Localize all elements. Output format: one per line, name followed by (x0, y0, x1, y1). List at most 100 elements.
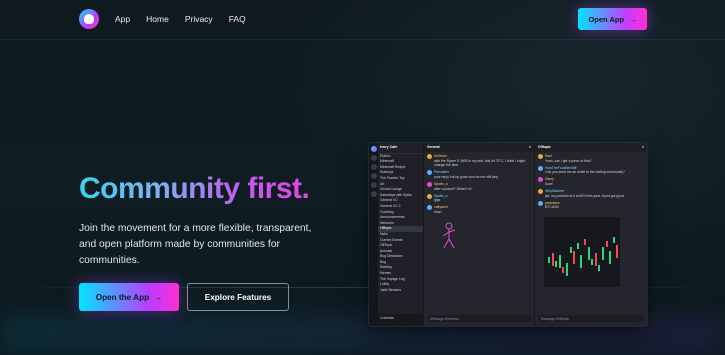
candle (555, 261, 558, 268)
channel-sidebar: Ivory Cafe Roblox Minecraft Minecraft Redp… (378, 143, 423, 326)
message-text: Yeah, can I get a piece of that? (545, 158, 592, 163)
avatar[interactable] (427, 205, 432, 211)
message-body: Spider_a gigs (434, 194, 531, 203)
candle (609, 251, 612, 265)
candle (594, 253, 597, 267)
message-list: Saul Yeah, can I get a piece of that? HowT… (535, 152, 647, 214)
message-body: Saul Yeah, can I get a piece of that? (545, 154, 644, 163)
message-input[interactable]: Message #Offtopic (538, 315, 644, 322)
message-body: Ginny Sure! (545, 177, 644, 186)
candle (602, 247, 604, 261)
server-icon (370, 164, 377, 170)
top-nav: App Home Privacy FAQ Open App → (0, 0, 725, 40)
logo-icon (84, 14, 94, 24)
message-body: pancakes BTCUSD (545, 201, 644, 210)
candle (598, 265, 601, 272)
channel-item[interactable]: Jade Streams (378, 288, 423, 294)
hero-description: Join the movement for a more flexible, t… (79, 223, 312, 266)
nav-links: App Home Privacy FAQ (115, 14, 246, 24)
close-icon: × (642, 145, 644, 149)
candle (551, 253, 554, 267)
server-icon (370, 155, 377, 161)
message-body: Pancakes your reply but by gone now for m… (434, 170, 531, 179)
message-body: HowTheFoodBerStiff Can you send me an inv… (545, 166, 644, 175)
server-header: Ivory Cafe (378, 143, 423, 154)
avatar[interactable] (538, 189, 543, 195)
message-text: Sure! (545, 181, 554, 186)
message-body: cattyarch lmao (434, 205, 531, 214)
chat-message: Spider_a after a planet? What it is? (427, 181, 531, 191)
nav-link-home[interactable]: Home (146, 14, 169, 24)
pane-title: General (427, 145, 440, 149)
server-icon (370, 182, 377, 188)
nav-link-privacy[interactable]: Privacy (185, 14, 213, 24)
offtopic-pane: Offtopic × Saul Yeah, can I get a piece of… (534, 143, 647, 326)
avatar[interactable] (538, 165, 543, 171)
message-text: BTCUSD (545, 205, 559, 210)
chat-message: Ginny Sure! (538, 177, 644, 186)
message-text: lmao (434, 209, 442, 214)
message-text: with the Ryzen 5 3600 in my test, this h… (434, 158, 526, 168)
message-body: StripWatcher jist, my portfolio at it at … (545, 189, 644, 198)
open-the-app-button[interactable]: Open the App → (79, 283, 179, 311)
message-list: ImOnion with the Ryzen 5 3600 in my test,… (424, 152, 534, 219)
message-text: after a planet? What it is? (434, 186, 473, 191)
candle (566, 263, 568, 277)
chat-message: cattyarch lmao (427, 205, 531, 214)
explore-features-button[interactable]: Explore Features (187, 283, 289, 311)
chat-message: Saul Yeah, can I get a piece of that? (538, 154, 644, 163)
message-text: jist, my portfolio at it at 50% this yea… (545, 193, 624, 198)
server-icon (370, 173, 377, 179)
brand-logo[interactable] (79, 9, 99, 29)
user-name: Codestar (380, 316, 394, 320)
server-rail (369, 143, 378, 326)
chat-message: ImOnion with the Ryzen 5 3600 in my test,… (427, 154, 531, 168)
stick-figure-image (442, 222, 456, 249)
general-pane: General × ImOnion with the Ryzen 5 3600 in… (423, 143, 534, 326)
user-panel: Codestar (378, 314, 423, 326)
candle (612, 237, 615, 244)
open-app-button[interactable]: Open App → (578, 8, 647, 30)
avatar[interactable] (538, 177, 543, 183)
arrow-right-icon: → (154, 292, 163, 302)
candle (587, 247, 590, 261)
candle (576, 243, 579, 250)
candle (616, 245, 619, 259)
chat-message: Pancakes your reply but by gone now for m… (427, 170, 531, 179)
open-the-app-label: Open the App (95, 292, 150, 302)
open-app-label: Open App (588, 14, 625, 24)
avatar[interactable] (427, 193, 432, 199)
pane-header: General × (424, 143, 534, 152)
pane-title: Offtopic (538, 145, 551, 149)
nav-link-app[interactable]: App (115, 14, 130, 24)
candle (584, 239, 586, 246)
candle (591, 259, 594, 266)
message-input[interactable]: Message #General (427, 315, 531, 322)
avatar[interactable] (538, 200, 543, 206)
hero-title: Community first. (79, 172, 310, 205)
price-chart-image (544, 217, 620, 288)
candle (580, 255, 583, 269)
server-icon (370, 191, 377, 197)
candle (605, 241, 608, 248)
pane-header: Offtopic × (535, 143, 647, 152)
chat-message: pancakes BTCUSD (538, 200, 644, 210)
channel-list: Roblox Minecraft Minecraft Redpix Starboys T… (378, 154, 423, 294)
server-name: Ivory Cafe (380, 145, 398, 149)
avatar[interactable] (538, 154, 543, 159)
candle (569, 247, 572, 254)
candle (573, 251, 576, 265)
chat-message: StripWatcher jist, my portfolio at it at … (538, 189, 644, 198)
nav-link-faq[interactable]: FAQ (229, 14, 246, 24)
candle (562, 267, 565, 274)
chat-message: HowTheFoodBerStiff Can you send me an inv… (538, 165, 644, 175)
avatar[interactable] (427, 154, 432, 159)
close-icon: × (529, 145, 531, 149)
avatar[interactable] (427, 170, 432, 176)
arrow-right-icon: → (629, 14, 637, 24)
message-text: your reply but by gone now for me still … (434, 174, 499, 179)
message-body: Spider_a after a planet? What it is? (434, 182, 531, 191)
avatar[interactable] (427, 181, 432, 187)
candle (558, 255, 561, 269)
message-body: ImOnion with the Ryzen 5 3600 in my test,… (434, 154, 531, 168)
